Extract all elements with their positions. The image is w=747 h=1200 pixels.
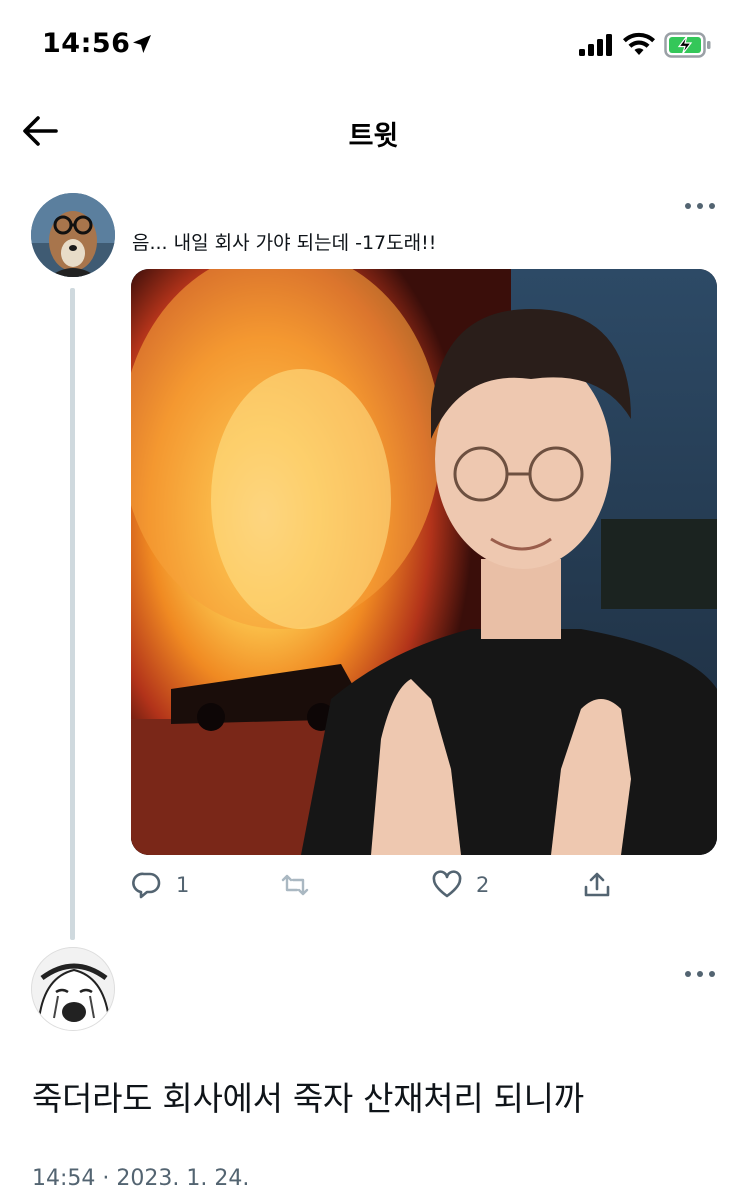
- crying-cartoon-avatar: [32, 948, 114, 1030]
- tweet-text: 음... 내일 회사 가야 되는데 -17도래!!: [132, 232, 437, 254]
- reply-button[interactable]: 1: [132, 868, 189, 902]
- status-bar: 14:56: [0, 0, 747, 90]
- reply-count: 1: [176, 873, 190, 897]
- battery-charging-icon: [664, 32, 711, 58]
- avatar[interactable]: [31, 193, 115, 277]
- page-title: 트윗: [348, 121, 399, 152]
- retweet-button[interactable]: [280, 868, 324, 902]
- heart-icon: [432, 870, 462, 898]
- wifi-icon: [623, 32, 655, 55]
- explosion-photo: [131, 269, 717, 855]
- reply-icon: [132, 872, 161, 899]
- more-options-icon[interactable]: [684, 201, 716, 211]
- tweet-timestamp: 14:54 · 2023. 1. 24.: [32, 1166, 250, 1191]
- tweet-media-image[interactable]: [131, 269, 717, 855]
- nav-bar: 트윗: [0, 90, 747, 170]
- dog-with-glasses-avatar: [31, 193, 115, 277]
- like-count: 2: [476, 873, 490, 897]
- more-options-icon[interactable]: [684, 969, 716, 979]
- share-button[interactable]: [582, 868, 612, 902]
- location-arrow-icon: [133, 35, 151, 53]
- cellular-signal-icon: [579, 34, 612, 56]
- like-button[interactable]: 2: [432, 868, 489, 902]
- retweet-icon: [281, 874, 309, 896]
- avatar[interactable]: [31, 947, 115, 1031]
- thread-line: [70, 288, 75, 940]
- tweet-text: 죽더라도 회사에서 죽자 산재처리 되니까: [32, 1079, 584, 1118]
- share-icon: [584, 872, 610, 897]
- status-time: 14:56: [42, 28, 131, 59]
